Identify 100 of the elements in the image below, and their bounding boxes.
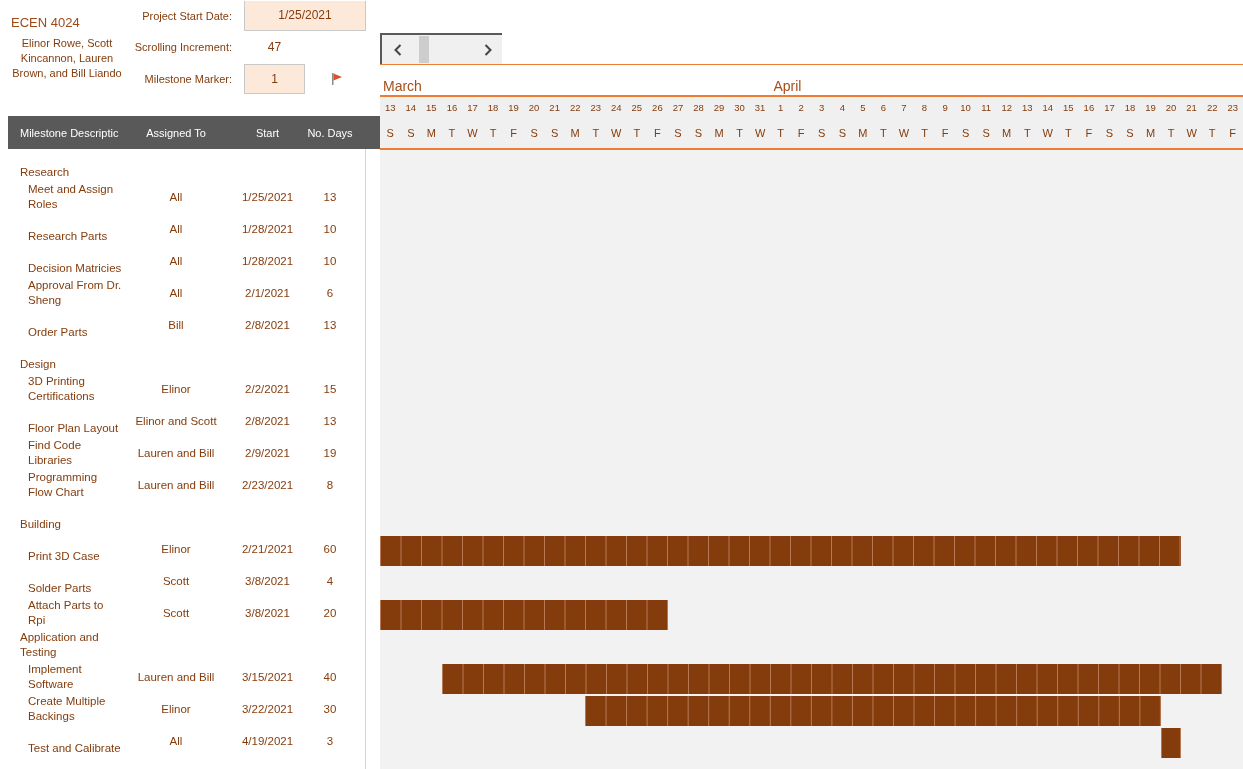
table-cell-text: 1/28/2021 bbox=[240, 255, 295, 267]
weekday-letter: S bbox=[837, 126, 847, 139]
weekday-letter: T bbox=[735, 126, 744, 139]
month-label: April bbox=[772, 77, 803, 95]
day-number: 16 bbox=[445, 101, 459, 113]
task-description: Find Code Libraries bbox=[27, 438, 83, 468]
weekday-letter: W bbox=[897, 126, 911, 139]
column-header: Milestone Descriptic bbox=[19, 126, 120, 139]
weekday-letter: T bbox=[1207, 126, 1217, 139]
table-cell-text: Elinor bbox=[160, 543, 192, 555]
weekday-letter: W bbox=[753, 126, 767, 139]
weekday-letter: F bbox=[1228, 126, 1238, 139]
task-description: Approval From Dr. Sheng bbox=[27, 278, 122, 308]
task-description: Test and Calibrate bbox=[27, 741, 122, 756]
gantt-bar bbox=[1160, 728, 1182, 758]
task-description: 3D Printing Certifications bbox=[27, 374, 96, 404]
scrollbar-thumb[interactable] bbox=[419, 36, 429, 63]
table-cell-text: 2/8/2021 bbox=[244, 415, 291, 427]
weekday-letter: T bbox=[632, 126, 642, 139]
weekday-letter: S bbox=[960, 126, 971, 139]
task-description: Research Parts bbox=[27, 229, 109, 244]
table-cell-text: 2/23/2021 bbox=[240, 479, 295, 491]
field-label: Project Start Date: bbox=[141, 9, 233, 22]
day-number: 1 bbox=[777, 101, 785, 113]
table-cell-text: All bbox=[168, 223, 184, 235]
table-cell-text: 3/8/2021 bbox=[244, 607, 291, 619]
weekday-letter: F bbox=[509, 126, 518, 139]
field-label: Scrolling Increment: bbox=[133, 41, 233, 54]
day-number: 14 bbox=[404, 101, 418, 113]
table-cell-text: Lauren and Bill bbox=[136, 447, 216, 459]
table-cell-text: 3 bbox=[325, 735, 335, 747]
day-number: 16 bbox=[1082, 101, 1096, 113]
day-number: 2 bbox=[797, 101, 805, 113]
day-number: 14 bbox=[1041, 101, 1055, 113]
table-cell-text: Bill bbox=[167, 319, 185, 331]
table-cell-text: All bbox=[168, 735, 184, 747]
day-number: 4 bbox=[838, 101, 846, 113]
milestone-field[interactable]: 1 bbox=[244, 63, 305, 94]
weekday-letter: M bbox=[1144, 126, 1157, 139]
table-cell-text: Scott bbox=[161, 607, 191, 619]
day-number: 22 bbox=[568, 101, 582, 113]
weekday-letter: W bbox=[1041, 126, 1054, 139]
table-cell-text: Lauren and Bill bbox=[136, 671, 216, 683]
weekday-letter: M bbox=[857, 126, 869, 139]
table-cell-text: 1/28/2021 bbox=[240, 223, 295, 235]
day-number: 30 bbox=[733, 101, 746, 113]
weekday-letter: M bbox=[569, 126, 581, 139]
table-cell-text: Elinor and Scott bbox=[134, 415, 218, 427]
table-cell-text: 10 bbox=[322, 223, 338, 235]
start-date-field[interactable]: 1/25/2021 bbox=[244, 0, 366, 31]
weekday-letter: S bbox=[693, 126, 704, 139]
day-number: 25 bbox=[630, 101, 644, 113]
day-number: 8 bbox=[920, 101, 929, 113]
chevron-right-icon[interactable] bbox=[484, 43, 492, 56]
day-number: 23 bbox=[1226, 101, 1239, 113]
weekday-letter: T bbox=[591, 126, 601, 139]
weekday-letter: S bbox=[1104, 126, 1115, 139]
weekday-letter: S bbox=[981, 126, 991, 139]
weekday-letter: T bbox=[776, 126, 786, 139]
month-label: March bbox=[382, 77, 423, 95]
field-label: Milestone Marker: bbox=[143, 72, 233, 85]
weekday-letter: T bbox=[1063, 126, 1073, 139]
day-number: 10 bbox=[959, 101, 972, 113]
weekday-letter: T bbox=[1022, 126, 1032, 139]
chevron-left-icon[interactable] bbox=[394, 43, 402, 56]
day-number: 19 bbox=[1144, 101, 1157, 113]
weekday-letter: M bbox=[425, 126, 437, 139]
day-number: 31 bbox=[753, 101, 767, 113]
table-cell-text: 13 bbox=[322, 319, 338, 331]
weekday-letter: F bbox=[940, 126, 950, 139]
table-cell-text: Elinor bbox=[160, 703, 192, 715]
day-number: 3 bbox=[818, 101, 826, 113]
table-cell-text: 4 bbox=[325, 575, 335, 587]
weekday-letter: T bbox=[447, 126, 457, 139]
weekday-letter: T bbox=[1166, 126, 1176, 139]
day-number: 13 bbox=[1020, 101, 1034, 113]
task-description: Solder Parts bbox=[27, 581, 93, 596]
table-cell-text: 2/2/2021 bbox=[244, 383, 291, 395]
weekday-letter: S bbox=[406, 126, 416, 139]
weekday-letter: S bbox=[385, 126, 395, 139]
column-header: Start bbox=[254, 126, 281, 139]
table-cell-text: 19 bbox=[322, 447, 338, 459]
day-number: 23 bbox=[589, 101, 603, 113]
horizontal-scrollbar[interactable] bbox=[380, 33, 502, 64]
day-number: 5 bbox=[859, 101, 867, 113]
table-cell-text: 20 bbox=[322, 607, 338, 619]
table-cell-text: 2/8/2021 bbox=[244, 319, 291, 331]
day-number: 20 bbox=[1164, 101, 1178, 113]
weekday-letter: F bbox=[796, 126, 806, 139]
group-name: Design bbox=[19, 357, 57, 372]
table-cell-text: All bbox=[168, 255, 184, 267]
column-header: No. Days bbox=[306, 126, 354, 139]
team-members: Elinor Rowe, Scott Kincannon, Lauren Brown, and Bill Liando bbox=[11, 36, 123, 81]
day-number: 28 bbox=[692, 101, 705, 113]
day-number: 26 bbox=[651, 101, 664, 113]
weekday-letter: S bbox=[817, 126, 827, 139]
table-cell-text: Scott bbox=[161, 575, 191, 587]
table-cell-text: 3/8/2021 bbox=[244, 575, 291, 587]
table-cell-text: 30 bbox=[322, 703, 338, 715]
task-description: Implement Software bbox=[27, 662, 83, 692]
